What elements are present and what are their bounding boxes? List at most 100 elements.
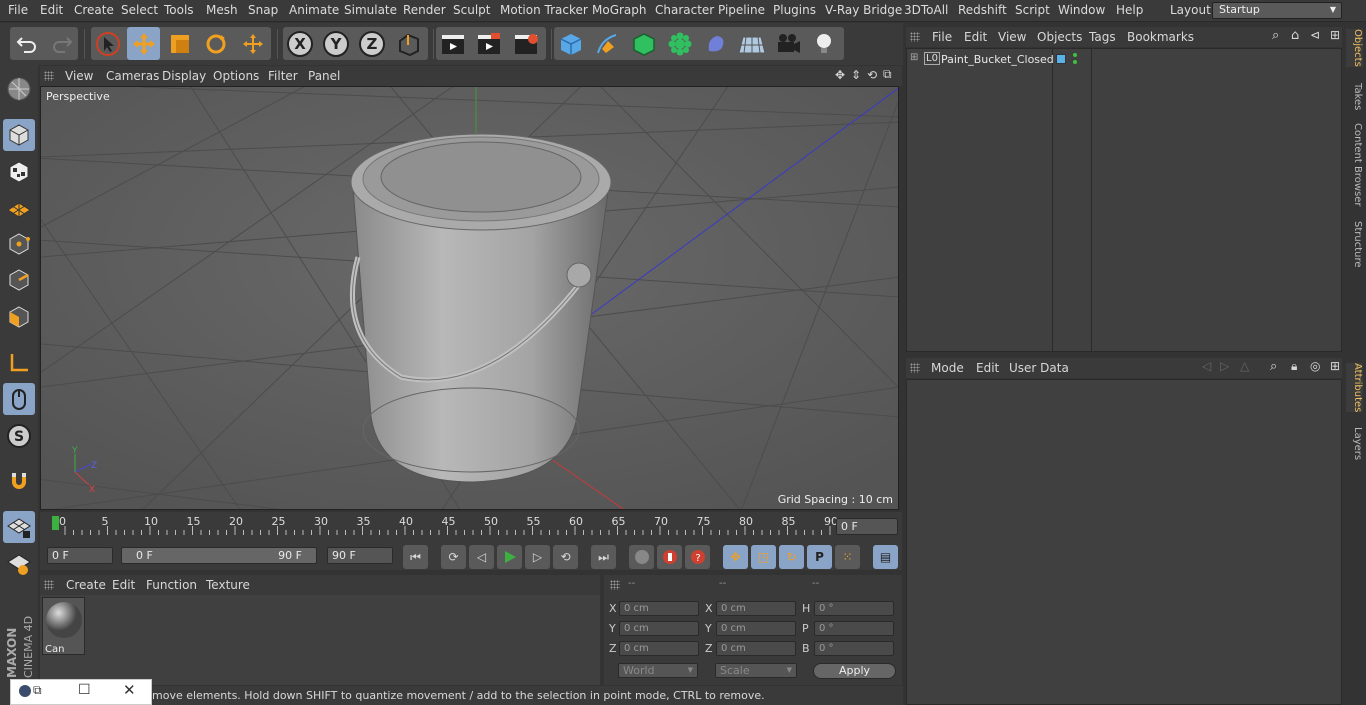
end-frame-field[interactable]: 90 F (327, 547, 393, 564)
viewport-move-icon[interactable]: ✥ (835, 68, 845, 82)
maximize-icon[interactable]: ☐ (78, 682, 91, 698)
texture-mode-button[interactable] (3, 156, 35, 188)
editor-visibility-dot[interactable] (1073, 53, 1077, 57)
model-mode-button[interactable] (3, 119, 35, 151)
current-frame-field[interactable]: 0 F (836, 518, 898, 535)
key-position-button[interactable]: ✥ (723, 545, 748, 569)
locked-workplane-button[interactable] (3, 548, 35, 580)
menu-motion-tracker[interactable]: Motion Tracker (500, 3, 588, 17)
menu-mesh[interactable]: Mesh (206, 3, 238, 17)
perspective-viewport[interactable]: Y Z X Perspective Grid Spacing : 10 cm (40, 86, 899, 510)
viewport-menu-panel[interactable]: Panel (308, 69, 340, 83)
menu-help[interactable]: Help (1116, 3, 1143, 17)
panel-grip-icon[interactable] (910, 363, 920, 373)
rotation-p-field[interactable]: 0 ° (814, 621, 894, 636)
up-arrow-icon[interactable]: △ (1240, 359, 1249, 373)
floor-button[interactable] (735, 27, 768, 60)
target-icon[interactable]: ◎ (1310, 359, 1320, 373)
solo-button[interactable]: S (3, 420, 35, 452)
size-z-field[interactable]: 0 cm (716, 641, 796, 656)
cube-object-button[interactable] (554, 27, 587, 60)
y-axis-lock-button[interactable]: Y (319, 27, 352, 60)
new-panel-icon[interactable]: ⊞ (1330, 359, 1340, 373)
size-x-field[interactable]: 0 cm (716, 601, 796, 616)
panel-grip-icon[interactable] (44, 71, 54, 81)
close-icon[interactable]: ✕ (123, 681, 136, 699)
back-icon[interactable]: ⊲ (1310, 28, 1320, 42)
menu-tools[interactable]: Tools (164, 3, 194, 17)
viewport-rotate-icon[interactable]: ⟲ (867, 68, 877, 82)
object-row[interactable]: ⊞ L0 Paint_Bucket_Closed (907, 51, 1341, 69)
paint-bucket-model[interactable] (349, 133, 612, 483)
menu-simulate[interactable]: Simulate (344, 3, 397, 17)
menu-3dtoall[interactable]: 3DToAll (904, 3, 948, 17)
om-menu-bookmarks[interactable]: Bookmarks (1127, 30, 1194, 44)
layer-color-swatch[interactable] (1056, 54, 1066, 64)
playhead[interactable] (52, 516, 59, 530)
menu-pipeline[interactable]: Pipeline (718, 3, 765, 17)
om-menu-file[interactable]: File (932, 30, 952, 44)
autokey-button[interactable] (657, 545, 682, 569)
om-menu-tags[interactable]: Tags (1089, 30, 1116, 44)
pen-spline-button[interactable] (590, 27, 623, 60)
viewport-zoom-icon[interactable]: ⇕ (851, 68, 861, 82)
key-scale-button[interactable]: ◳ (751, 545, 776, 569)
make-editable-button[interactable] (3, 73, 35, 105)
new-panel-icon[interactable]: ⊞ (1330, 28, 1340, 42)
scale-tool-button[interactable] (163, 27, 196, 60)
position-y-field[interactable]: 0 cm (619, 621, 699, 636)
minimized-window-bar[interactable]: ⧉ ☐ ✕ (10, 679, 152, 705)
recent-tool-button[interactable] (236, 27, 269, 60)
attr-menu-edit[interactable]: Edit (976, 361, 999, 375)
tab-layers[interactable]: Layers (1346, 427, 1363, 460)
menu-snap[interactable]: Snap (248, 3, 278, 17)
size-mode-select[interactable]: Scale ▼ (715, 663, 797, 678)
workplane-lock-button[interactable] (3, 511, 35, 543)
lock-icon[interactable]: 🔒︎ (1291, 359, 1297, 374)
rotation-b-field[interactable]: 0 ° (814, 641, 894, 656)
layout-select[interactable]: Startup ▼ (1212, 2, 1342, 19)
menu-mograph[interactable]: MoGraph (592, 3, 647, 17)
render-to-picture-viewer-button[interactable] (472, 27, 505, 60)
panel-grip-icon[interactable] (44, 580, 54, 590)
material-swatch[interactable]: Can (42, 597, 85, 655)
next-key-button[interactable]: ⟲ (553, 545, 578, 569)
timeline-button[interactable]: ▤ (873, 545, 898, 569)
size-y-field[interactable]: 0 cm (716, 621, 796, 636)
forward-arrow-icon[interactable]: ▷ (1220, 359, 1229, 373)
search-icon[interactable]: ⌕ (1270, 359, 1277, 374)
go-to-end-button[interactable]: ⏭ (591, 545, 616, 569)
tab-content-browser[interactable]: Content Browser (1346, 123, 1363, 206)
go-to-start-button[interactable]: ⏮ (403, 545, 428, 569)
viewport-menu-options[interactable]: Options (213, 69, 259, 83)
z-axis-lock-button[interactable]: Z (355, 27, 388, 60)
back-arrow-icon[interactable]: ◁ (1202, 359, 1211, 373)
key-parameter-button[interactable]: P (807, 545, 832, 569)
start-frame-field[interactable]: 0 F (47, 547, 113, 564)
key-rotation-button[interactable]: ↻ (779, 545, 804, 569)
workplane-mode-button[interactable] (3, 192, 35, 224)
panel-grip-icon[interactable] (910, 32, 920, 42)
edges-mode-button[interactable] (3, 264, 35, 296)
subdivision-surface-button[interactable] (627, 27, 660, 60)
polygons-mode-button[interactable] (3, 301, 35, 333)
play-button[interactable] (497, 545, 522, 569)
menu-script[interactable]: Script (1015, 3, 1050, 17)
tab-objects[interactable]: Objects (1346, 29, 1363, 67)
menu-character[interactable]: Character (655, 3, 714, 17)
menu-redshift[interactable]: Redshift (958, 3, 1007, 17)
tab-structure[interactable]: Structure (1346, 221, 1363, 268)
next-frame-button[interactable]: ▷ (525, 545, 550, 569)
material-menu-edit[interactable]: Edit (112, 578, 135, 592)
undo-button[interactable] (10, 27, 43, 60)
menu-render[interactable]: Render (403, 3, 446, 17)
expand-icon[interactable]: ⊞ (910, 52, 918, 63)
menu-create[interactable]: Create (74, 3, 114, 17)
menu-window[interactable]: Window (1058, 3, 1105, 17)
live-selection-button[interactable] (91, 27, 124, 60)
material-menu-create[interactable]: Create (66, 578, 106, 592)
coordinate-system-button[interactable] (392, 27, 425, 60)
restore-icon[interactable]: ⧉ (33, 683, 42, 698)
tab-attributes[interactable]: Attributes (1346, 363, 1363, 413)
tweak-mode-button[interactable] (3, 383, 35, 415)
